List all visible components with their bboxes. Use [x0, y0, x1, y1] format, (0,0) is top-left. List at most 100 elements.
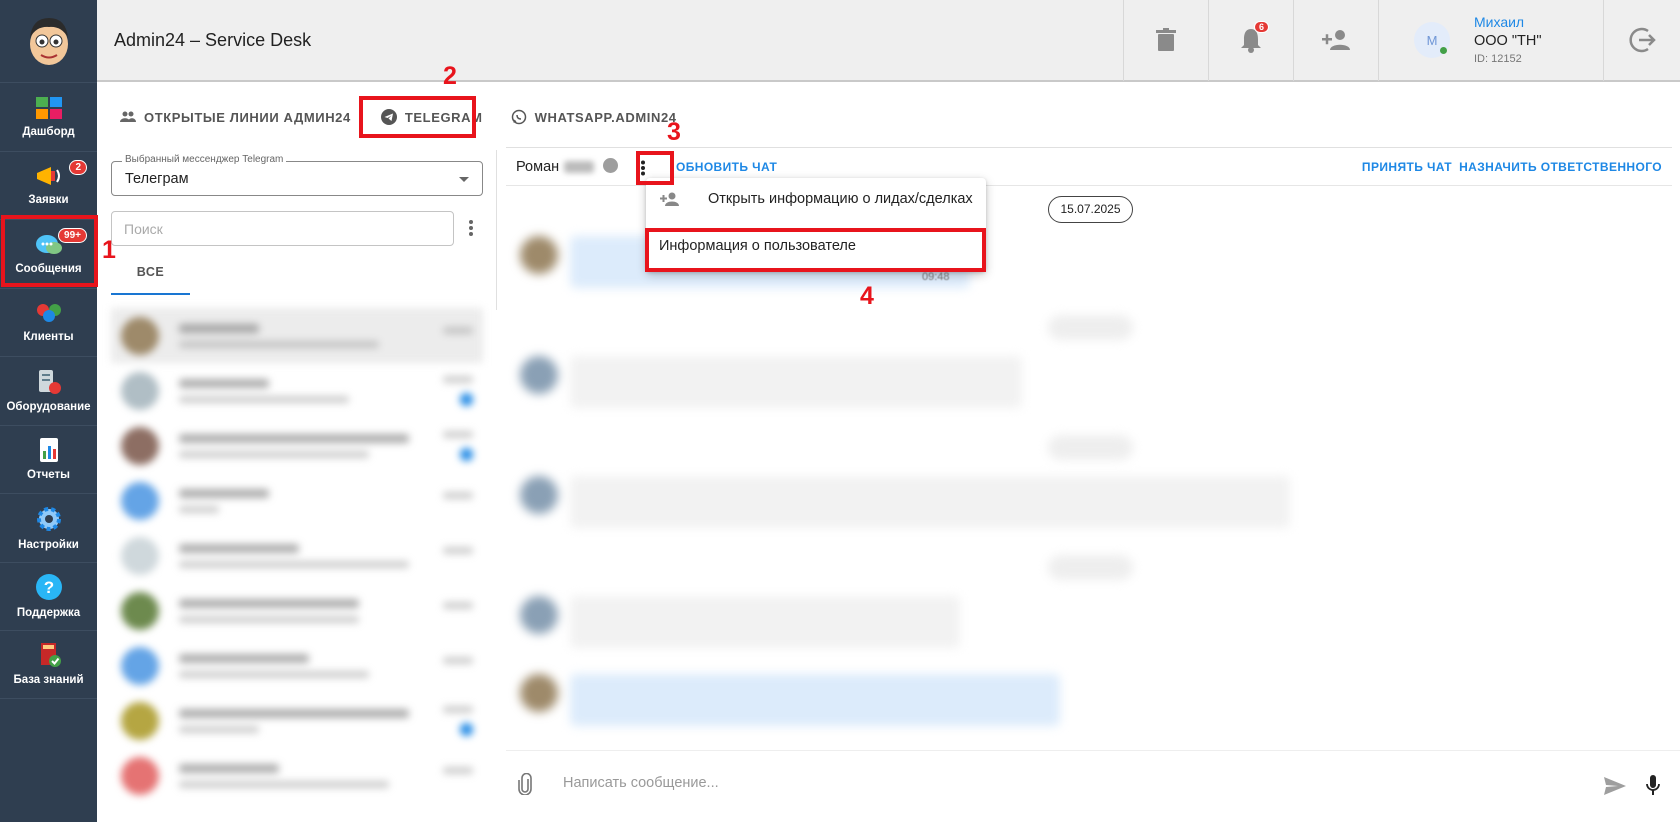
dashboard-icon — [35, 96, 62, 119]
sidebar-item-dashboard[interactable]: Дашборд — [0, 82, 97, 151]
compose-bar: Написать сообщение... — [506, 750, 1680, 822]
tab-label: ОТКРЫТЫЕ ЛИНИИ АДМИН24 — [144, 109, 351, 125]
list-item[interactable] — [111, 363, 483, 418]
list-item[interactable] — [111, 308, 483, 363]
date-chip: 15.07.2025 — [1048, 196, 1133, 223]
sidebar-item-label: Поддержка — [16, 607, 81, 620]
list-item[interactable] — [111, 583, 483, 638]
book-icon — [40, 643, 61, 668]
messenger-select-label: Выбранный мессенджер Telegram — [122, 154, 287, 165]
list-item[interactable] — [111, 638, 483, 693]
sidebar-item-label: Оборудование — [6, 400, 91, 413]
add-user-button[interactable] — [1293, 0, 1378, 81]
sidebar-item-equipment[interactable]: Оборудование — [0, 356, 97, 425]
trash-icon — [1156, 28, 1176, 51]
add-user-icon — [1322, 30, 1350, 50]
user-organization: ООО "ТН" — [1474, 33, 1542, 50]
sidebar-item-label: Отчеты — [27, 469, 70, 482]
step-number-2: 2 — [443, 62, 457, 90]
trash-button[interactable] — [1123, 0, 1208, 81]
message — [520, 674, 1060, 726]
panel-divider — [496, 150, 497, 310]
logo-face-icon — [29, 18, 68, 65]
tab-whatsapp[interactable]: WHATSAPP.ADMIN24 — [511, 109, 677, 125]
user-profile[interactable]: М Михаил ООО "ТН" ID: 12152 — [1378, 0, 1603, 81]
microphone-icon[interactable] — [1646, 775, 1660, 797]
message-time: 09:48 — [922, 271, 950, 283]
requests-badge: 2 — [69, 159, 87, 175]
sidebar-item-knowledge-base[interactable]: База знаний — [0, 630, 97, 699]
message — [520, 596, 960, 648]
online-status-dot — [1440, 47, 1447, 54]
tab-label: WHATSAPP.ADMIN24 — [534, 109, 677, 125]
sidebar-item-label: Заявки — [28, 194, 69, 207]
sidebar: Дашборд Заявки 2 Сообщения 99+ Клиенты О… — [0, 0, 97, 822]
highlight-messages — [1, 215, 98, 287]
menu-item-open-leads[interactable]: Открыть информацию о лидах/сделках — [646, 178, 986, 220]
sidebar-item-reports[interactable]: Отчеты — [0, 424, 97, 494]
step-number-3: 3 — [667, 118, 681, 146]
assign-responsible-button[interactable]: НАЗНАЧИТЬ ОТВЕТСТВЕННОГО — [1459, 160, 1662, 174]
group-icon — [120, 111, 136, 122]
refresh-chat-button[interactable]: ОБНОВИТЬ ЧАТ — [676, 160, 777, 174]
list-item[interactable] — [111, 418, 483, 473]
message-area — [506, 230, 1660, 750]
sidebar-item-label: База знаний — [13, 674, 84, 687]
send-icon[interactable] — [1604, 777, 1626, 795]
whatsapp-icon — [511, 109, 526, 125]
message-input[interactable]: Написать сообщение... — [563, 775, 719, 791]
sidebar-item-label: Дашборд — [22, 125, 75, 138]
gear-icon — [36, 506, 61, 531]
messenger-select[interactable]: Выбранный мессенджер Telegram Телеграм — [111, 154, 483, 196]
date-separator — [1048, 555, 1133, 580]
contact-status-indicator — [603, 158, 618, 173]
tab-all[interactable]: ВСЕ — [111, 258, 190, 295]
more-vert-icon[interactable] — [468, 219, 474, 237]
menu-item-label: Открыть информацию о лидах/сделках — [708, 191, 973, 207]
tab-open-lines[interactable]: ОТКРЫТЫЕ ЛИНИИ АДМИН24 — [120, 110, 351, 125]
date-separator — [1048, 435, 1133, 460]
accept-chat-button[interactable]: ПРИНЯТЬ ЧАТ — [1362, 160, 1452, 174]
top-bar: Admin24 – Service Desk 6 М Михаил ООО "Т… — [97, 0, 1680, 82]
message — [520, 476, 1290, 528]
paperclip-icon[interactable] — [518, 773, 532, 795]
user-id: ID: 12152 — [1474, 52, 1522, 65]
list-item[interactable] — [111, 528, 483, 583]
contact-surname-hidden — [564, 161, 594, 173]
avatar: М — [1414, 22, 1450, 58]
page-title: Admin24 – Service Desk — [114, 29, 312, 50]
notifications-badge: 6 — [1253, 21, 1269, 33]
highlight-more-button — [636, 151, 674, 185]
sidebar-item-support[interactable]: ? Поддержка — [0, 561, 97, 631]
logout-button[interactable] — [1603, 0, 1680, 81]
highlight-user-info-item — [645, 228, 986, 272]
step-number-4: 4 — [860, 282, 874, 310]
search-input[interactable]: Поиск — [111, 211, 454, 246]
help-icon: ? — [35, 574, 62, 601]
sidebar-item-requests[interactable]: Заявки 2 — [0, 150, 97, 220]
list-item[interactable] — [111, 748, 483, 803]
logout-icon — [1629, 27, 1656, 53]
highlight-telegram-tab — [359, 96, 476, 138]
equipment-icon — [38, 369, 61, 394]
chat-list — [111, 308, 483, 803]
list-item[interactable] — [111, 693, 483, 748]
megaphone-icon — [36, 167, 60, 186]
chat-list-panel: Выбранный мессенджер Telegram Телеграм П… — [97, 150, 497, 822]
sidebar-item-label: Клиенты — [23, 331, 74, 344]
chevron-down-icon — [459, 177, 469, 182]
sidebar-item-settings[interactable]: Настройки — [0, 493, 97, 562]
app-logo[interactable] — [0, 0, 97, 82]
notifications-button[interactable]: 6 — [1208, 0, 1293, 81]
step-number-1: 1 — [102, 236, 116, 264]
chat-contact-name: Роман — [516, 159, 560, 175]
list-item[interactable] — [111, 473, 483, 528]
avatar-letter: М — [1426, 32, 1438, 48]
svg-text:?: ? — [43, 578, 53, 597]
messenger-select-value: Телеграм — [125, 171, 189, 187]
date-separator — [1048, 315, 1133, 340]
add-person-icon — [660, 192, 679, 206]
reports-icon — [39, 438, 58, 463]
clients-icon — [36, 304, 61, 323]
sidebar-item-clients[interactable]: Клиенты — [0, 287, 97, 357]
